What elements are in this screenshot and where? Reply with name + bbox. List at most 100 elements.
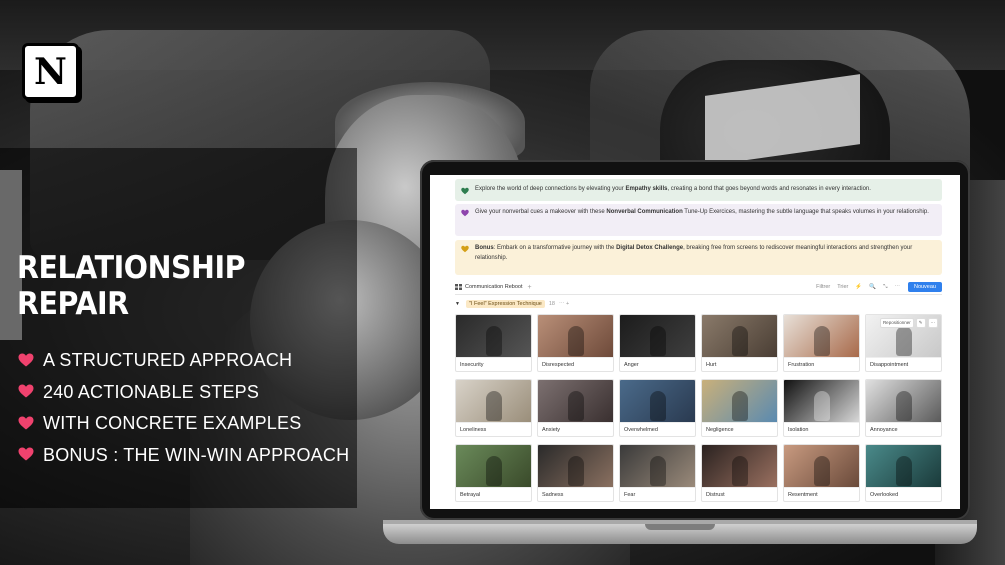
card-figure [813, 391, 830, 421]
more-options-icon[interactable]: ⋯ [927, 318, 938, 328]
feature-list: A STRUCTURED APPROACH 240 ACTIONABLE STE… [18, 345, 349, 471]
card-figure [731, 326, 748, 356]
sort-button[interactable]: Trier [837, 284, 848, 290]
gallery-card[interactable]: Hurt [701, 314, 778, 372]
card-title: Anxiety [538, 422, 613, 436]
card-title: Overlooked [866, 487, 941, 501]
card-cover-image: Repositionner ✎ ⋯ [866, 315, 941, 357]
card-title: Insecurity [456, 357, 531, 371]
hero-title-line-2: REPAIR [17, 286, 129, 322]
heart-icon [18, 384, 36, 400]
group-count: 18 [548, 301, 555, 307]
card-title: Loneliness [456, 422, 531, 436]
card-figure [649, 456, 666, 486]
laptop-frame: Explore the world of deep connections by… [420, 160, 970, 520]
laptop-notch [645, 524, 715, 530]
gallery-card[interactable]: Isolation [783, 379, 860, 437]
purple-heart-icon [461, 209, 469, 217]
card-figure [567, 391, 584, 421]
card-figure [813, 456, 830, 486]
yellow-heart-icon [461, 245, 469, 253]
gallery-card[interactable]: Annoyance [865, 379, 942, 437]
card-cover-image [538, 445, 613, 487]
card-title: Isolation [784, 422, 859, 436]
card-title: Anger [620, 357, 695, 371]
hero-title: RELATIONSHIP REPAIR [17, 250, 246, 322]
feature-text: WITH CONCRETE EXAMPLES [43, 413, 302, 434]
card-cover-image [538, 315, 613, 357]
gallery-card[interactable]: Betrayal [455, 444, 532, 502]
more-options-icon[interactable]: ⋯ [894, 284, 900, 290]
cover-controls: Repositionner ✎ ⋯ [879, 318, 938, 328]
gallery-card[interactable]: Anger [619, 314, 696, 372]
gallery-card[interactable]: Distrust [701, 444, 778, 502]
filter-button[interactable]: Filtrer [816, 284, 830, 290]
gallery-card[interactable]: Insecurity [455, 314, 532, 372]
card-figure [485, 326, 502, 356]
card-cover-image [702, 315, 777, 357]
gallery-view-icon [455, 284, 462, 290]
card-title: Hurt [702, 357, 777, 371]
card-figure [485, 391, 502, 421]
card-figure [813, 326, 830, 356]
card-cover-image [456, 445, 531, 487]
callout-text: Give your nonverbal cues a makeover with… [475, 209, 929, 215]
gallery-card[interactable]: Loneliness [455, 379, 532, 437]
gallery-card[interactable]: Repositionner ✎ ⋯ Disappointment [865, 314, 942, 372]
card-title: Resentment [784, 487, 859, 501]
hero-title-line-1: RELATIONSHIP [17, 250, 246, 286]
card-cover-image [702, 380, 777, 422]
search-icon[interactable]: 🔍 [869, 284, 876, 290]
gallery-card[interactable]: Sadness [537, 444, 614, 502]
gallery-card[interactable]: Overwhelmed [619, 379, 696, 437]
edit-icon[interactable]: ✎ [915, 318, 926, 328]
card-figure [485, 456, 502, 486]
card-cover-image [784, 445, 859, 487]
add-view-button[interactable]: + [527, 284, 531, 291]
gallery-card[interactable]: Frustration [783, 314, 860, 372]
green-heart-icon [461, 187, 469, 194]
card-cover-image [456, 315, 531, 357]
heart-icon [18, 353, 36, 369]
card-title: Frustration [784, 357, 859, 371]
card-title: Overwhelmed [620, 422, 695, 436]
card-title: Negligence [702, 422, 777, 436]
feature-item: BONUS : THE WIN-WIN APPROACH [18, 440, 349, 472]
card-title: Disappointment [866, 357, 941, 371]
card-title: Sadness [538, 487, 613, 501]
card-title: Disrespected [538, 357, 613, 371]
feature-text: 240 ACTIONABLE STEPS [43, 381, 260, 402]
laptop-screen: Explore the world of deep connections by… [430, 175, 960, 509]
automation-icon[interactable]: ⚡ [855, 284, 862, 290]
feature-text: A STRUCTURED APPROACH [43, 350, 293, 371]
callout-text: Explore the world of deep connections by… [475, 186, 871, 193]
gallery-grid: Insecurity Disrespected Anger Hurt Frustrati… [455, 314, 945, 502]
heart-icon [18, 447, 36, 463]
group-tag: "I Feel" Expression Technique [465, 300, 545, 308]
card-cover-image [866, 445, 941, 487]
gallery-card[interactable]: Negligence [701, 379, 778, 437]
card-cover-image [620, 315, 695, 357]
gallery-card[interactable]: Anxiety [537, 379, 614, 437]
gallery-card[interactable]: Disrespected [537, 314, 614, 372]
card-figure [649, 326, 666, 356]
group-more-button[interactable]: ⋯ + [559, 301, 569, 307]
group-toggle-icon[interactable]: ▼ [455, 301, 460, 307]
gallery-card[interactable]: Resentment [783, 444, 860, 502]
card-figure [567, 326, 584, 356]
reposition-button[interactable]: Repositionner [879, 318, 914, 328]
gallery-card[interactable]: Fear [619, 444, 696, 502]
card-cover-image [784, 380, 859, 422]
logo-letter: N [34, 50, 67, 93]
card-cover-image [784, 315, 859, 357]
expand-icon[interactable]: ⤡ [883, 284, 887, 291]
card-title: Fear [620, 487, 695, 501]
card-figure [895, 326, 912, 356]
card-figure [895, 456, 912, 486]
card-cover-image [702, 445, 777, 487]
tab-communication-reboot[interactable]: Communication Reboot [465, 284, 522, 290]
callout-bonus: Bonus: Embark on a transformative journe… [455, 240, 942, 275]
new-button[interactable]: Nouveau [907, 282, 942, 292]
callout-text: Bonus: Embark on a transformative journe… [475, 245, 913, 261]
gallery-card[interactable]: Overlooked [865, 444, 942, 502]
